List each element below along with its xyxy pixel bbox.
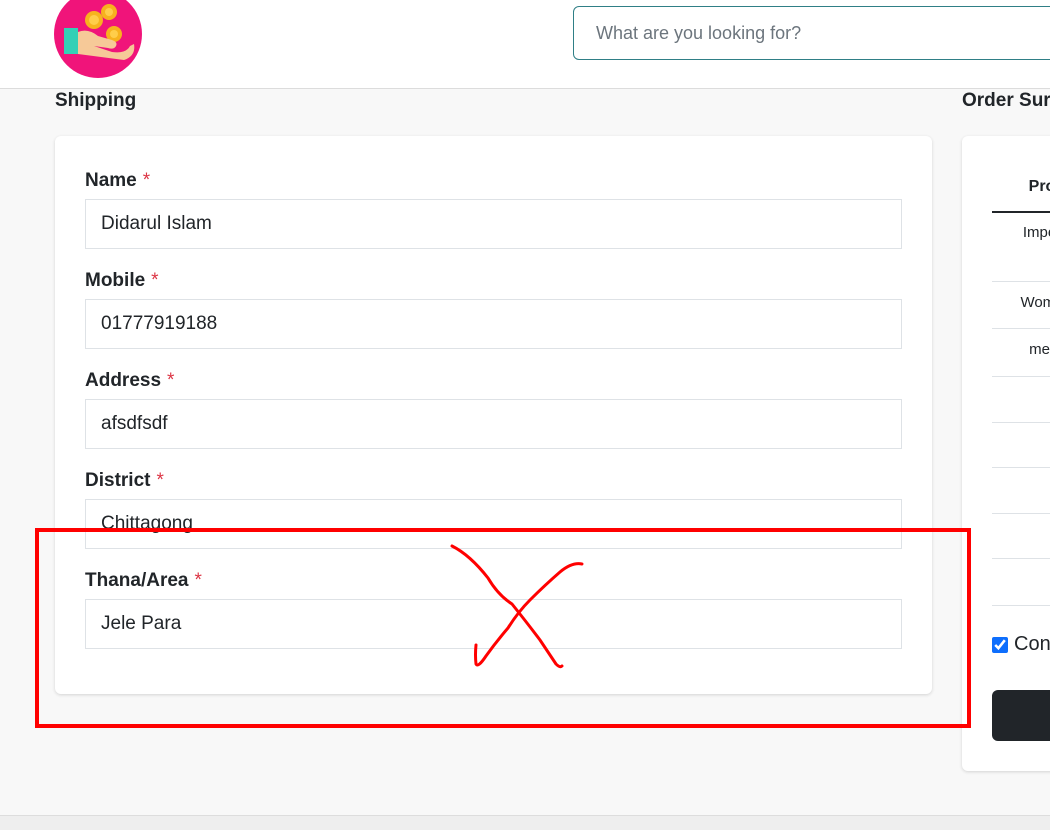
district-input[interactable]: Chittagong: [85, 499, 902, 549]
address-input[interactable]: afsdfsdf: [85, 399, 902, 449]
summary-row: [992, 468, 1050, 514]
address-field-group: Address * afsdfsdf: [85, 370, 902, 449]
required-marker: *: [156, 470, 164, 491]
address-label: Address *: [85, 370, 175, 391]
summary-row: [992, 559, 1050, 606]
district-label: District *: [85, 470, 164, 491]
summary-row: [992, 423, 1050, 468]
mobile-field-group: Mobile * 01777919188: [85, 270, 902, 349]
summary-row: [992, 377, 1050, 423]
required-marker: *: [151, 270, 159, 291]
summary-row: mer: [992, 331, 1050, 377]
summary-row: Imper: [992, 214, 1050, 282]
summary-row: [992, 514, 1050, 559]
search-bar: [573, 6, 1050, 60]
name-label: Name *: [85, 170, 151, 191]
thana-area-field-group: Thana/Area * Jele Para: [85, 570, 902, 649]
footer: [0, 815, 1050, 830]
place-order-button[interactable]: [992, 690, 1050, 741]
name-field-group: Name * Didarul Islam: [85, 170, 902, 249]
confirm-checkbox[interactable]: [992, 636, 1008, 653]
shipping-title: Shipping: [55, 90, 137, 111]
name-input[interactable]: Didarul Islam: [85, 199, 902, 249]
order-summary-title: Order Sur: [962, 90, 1050, 111]
mobile-input[interactable]: 01777919188: [85, 299, 902, 349]
thana-area-input[interactable]: Jele Para: [85, 599, 902, 649]
mobile-label: Mobile *: [85, 270, 159, 291]
required-marker: *: [194, 570, 202, 591]
confirm-checkbox-label: Con: [1014, 633, 1050, 655]
logo-coins-hand-icon: [54, 0, 142, 78]
required-marker: *: [142, 170, 151, 191]
order-summary-card: Pro Imper Wome mer Con: [962, 136, 1050, 771]
shipping-form-card: Name * Didarul Islam Mobile * 01777919188 …: [55, 136, 932, 694]
summary-table-header: Pro: [992, 176, 1050, 213]
logo[interactable]: [54, 0, 142, 78]
thana-area-label: Thana/Area *: [85, 570, 202, 591]
top-bar: [0, 0, 1050, 89]
required-marker: *: [167, 370, 175, 391]
summary-row: Wome: [992, 284, 1050, 329]
district-field-group: District * Chittagong: [85, 470, 902, 549]
confirm-checkbox-row: Con: [992, 633, 1050, 656]
search-input[interactable]: [574, 7, 1050, 59]
